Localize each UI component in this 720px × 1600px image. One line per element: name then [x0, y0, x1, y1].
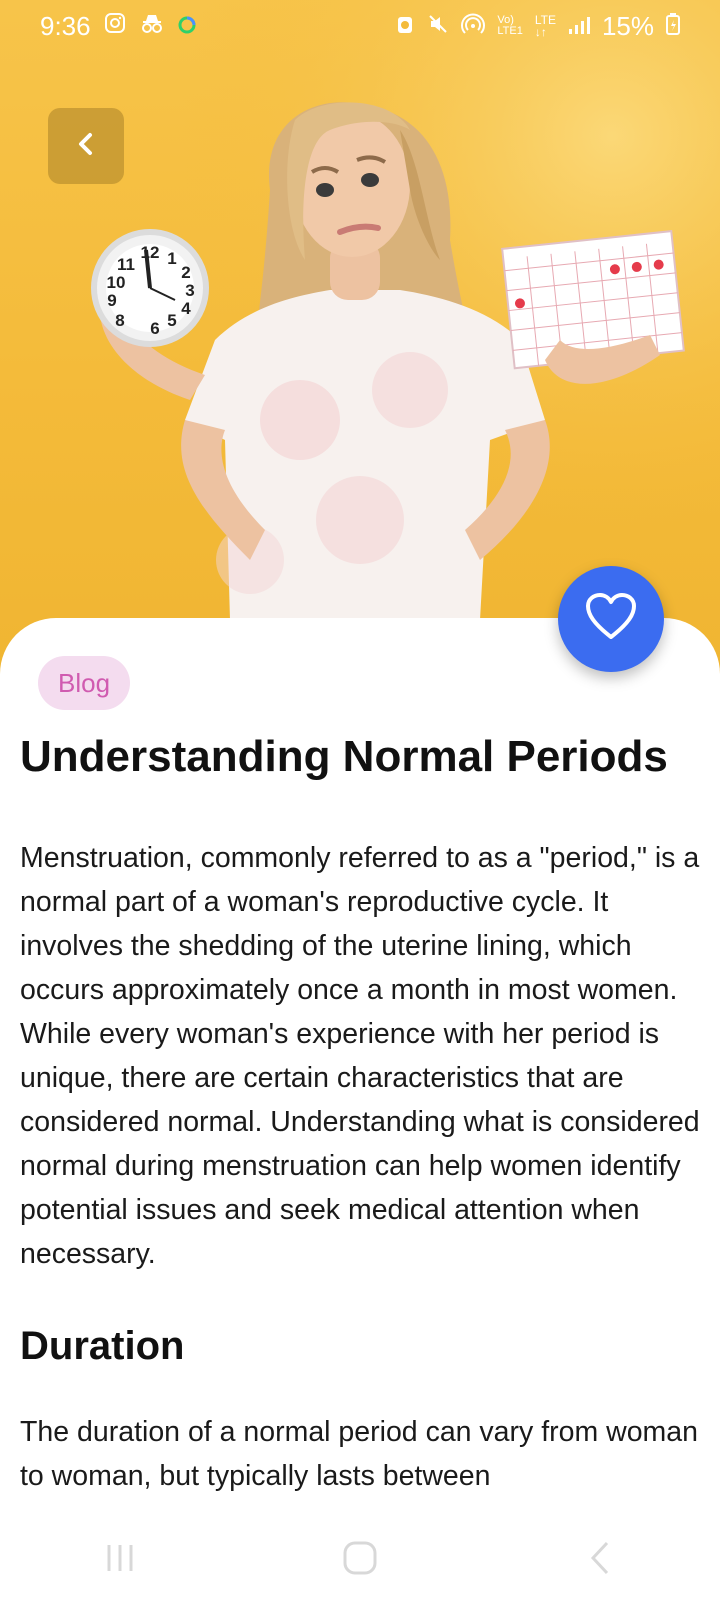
category-tag-label: Blog [58, 667, 111, 698]
svg-text:3: 3 [185, 281, 194, 300]
back-arrow-icon [585, 1540, 615, 1581]
volte-icon: Vo) LTE1 [497, 14, 523, 37]
favorite-button[interactable] [558, 566, 664, 672]
battery-percent: 15% [601, 10, 654, 41]
home-button[interactable] [320, 1530, 400, 1590]
recent-apps-icon [103, 1541, 137, 1580]
svg-text:10: 10 [107, 273, 126, 292]
home-icon [341, 1539, 379, 1582]
system-back-button[interactable] [560, 1530, 640, 1590]
heart-icon [585, 592, 637, 646]
svg-text:4: 4 [181, 299, 191, 318]
svg-text:1: 1 [167, 249, 176, 268]
instagram-icon [103, 11, 127, 42]
section-heading: Duration [20, 1324, 185, 1368]
back-button[interactable] [48, 108, 124, 184]
svg-text:6: 6 [150, 319, 159, 338]
status-time: 9:36 [40, 10, 91, 41]
section-paragraph: The duration of a normal period can vary… [20, 1416, 698, 1492]
recent-apps-button[interactable] [80, 1530, 160, 1590]
system-navigation-bar [0, 1520, 720, 1600]
incognito-icon [139, 11, 165, 42]
svg-text:5: 5 [167, 311, 176, 330]
loading-ring-icon [177, 11, 197, 42]
status-bar: 9:36 Vo) LTE1 LTE ↓↑ 15% [0, 0, 720, 52]
svg-text:2: 2 [181, 263, 190, 282]
svg-text:9: 9 [107, 291, 116, 310]
article-title: Understanding Normal Periods [20, 732, 668, 781]
battery-icon [666, 11, 680, 42]
mute-icon [427, 11, 449, 42]
svg-text:11: 11 [117, 255, 135, 274]
hotspot-icon [461, 11, 486, 42]
category-tag: Blog [38, 656, 131, 710]
svg-text:12: 12 [141, 243, 160, 262]
article-intro-paragraph: Menstruation, commonly referred to as a … [20, 842, 700, 1270]
alarm-icon [395, 11, 415, 42]
chevron-left-icon [71, 129, 101, 164]
svg-text:8: 8 [115, 311, 124, 330]
signal-icon [568, 11, 590, 42]
lte-icon: LTE ↓↑ [534, 13, 556, 39]
